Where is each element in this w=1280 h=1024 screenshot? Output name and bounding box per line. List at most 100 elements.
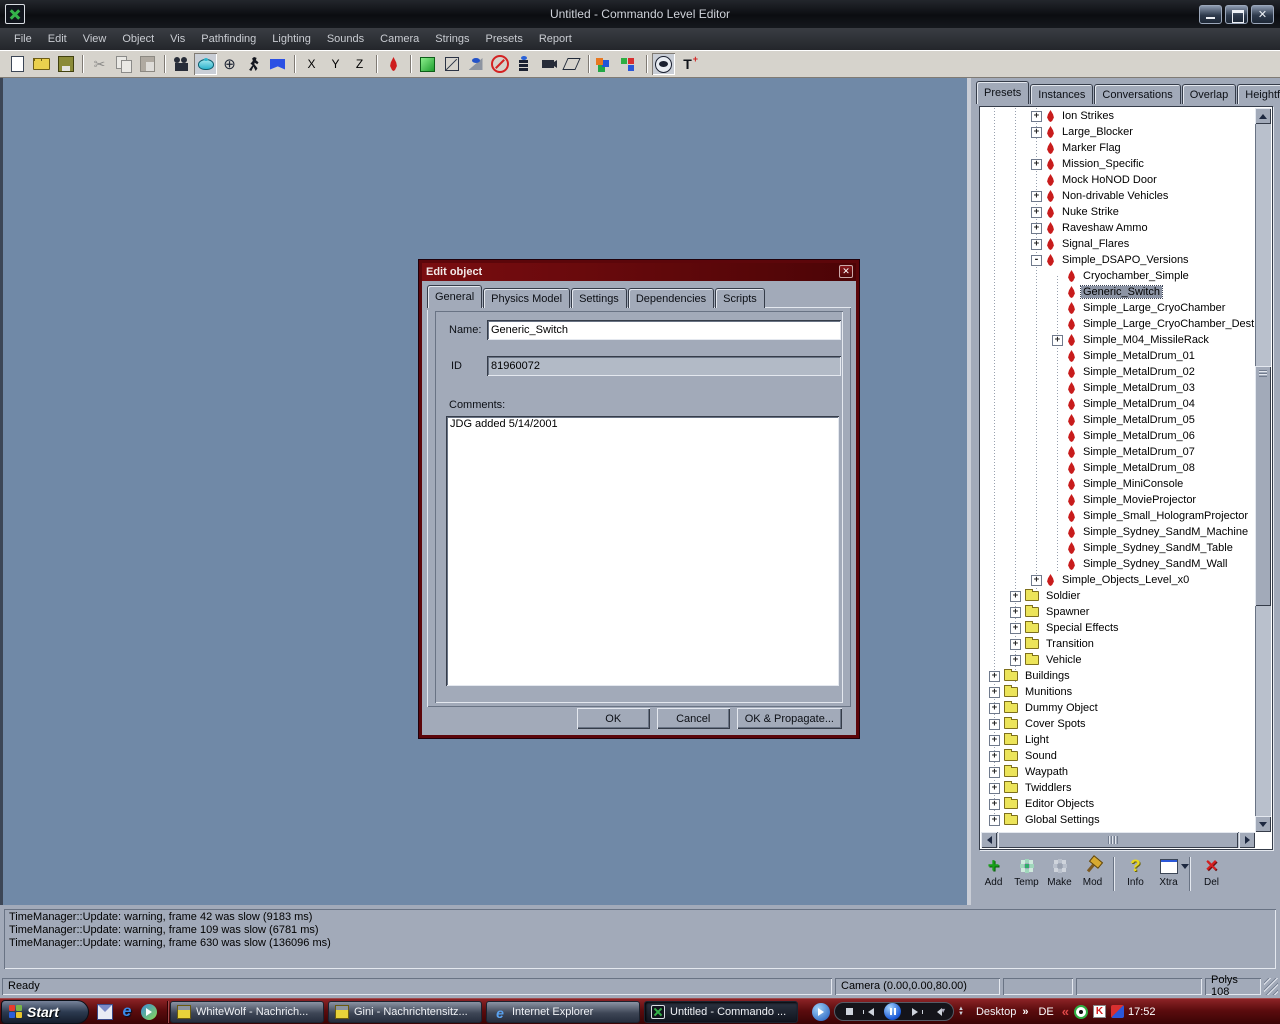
mail-icon[interactable]: [97, 1004, 113, 1020]
tree-item[interactable]: Simple_MiniConsole: [981, 476, 1255, 492]
tree-item-label[interactable]: Marker Flag: [1060, 142, 1123, 154]
task-whitewolf[interactable]: WhiteWolf - Nachrich...: [170, 1001, 324, 1023]
tree-item-label[interactable]: Large_Blocker: [1060, 126, 1135, 138]
preset-action-button[interactable]: [1185, 853, 1195, 897]
paste-icon[interactable]: [136, 53, 159, 75]
menu-item[interactable]: Strings: [427, 28, 477, 50]
mod-button[interactable]: Mod: [1076, 853, 1109, 897]
tree-item-label[interactable]: Mission_Specific: [1060, 158, 1146, 170]
tree-item[interactable]: Spawner: [981, 604, 1255, 620]
minimize-button[interactable]: [1199, 5, 1222, 24]
expand-box[interactable]: [1010, 639, 1021, 650]
menu-item[interactable]: Object: [114, 28, 162, 50]
expand-box[interactable]: [989, 751, 1000, 762]
menu-item[interactable]: File: [6, 28, 40, 50]
expand-box[interactable]: [1031, 111, 1042, 122]
tree-item-label[interactable]: Global Settings: [1023, 814, 1102, 826]
panel-tab[interactable]: General: [427, 285, 482, 308]
panel-tab[interactable]: Instances: [1030, 84, 1093, 104]
expand-box[interactable]: [989, 671, 1000, 682]
expand-box[interactable]: [1031, 207, 1042, 218]
tree-item[interactable]: Non-drivable Vehicles: [981, 188, 1255, 204]
cancel-button[interactable]: Cancel: [657, 708, 730, 729]
ok-button[interactable]: OK: [577, 708, 650, 729]
axis-y-icon[interactable]: Y: [324, 53, 347, 75]
scroll-down-button[interactable]: [1255, 816, 1271, 832]
tree-item-label[interactable]: Simple_MetalDrum_04: [1081, 398, 1197, 410]
temp-button[interactable]: Temp: [1010, 853, 1043, 897]
tree-item[interactable]: Simple_Sydney_SandM_Machine: [981, 524, 1255, 540]
tree-item-label[interactable]: Simple_MovieProjector: [1081, 494, 1198, 506]
tree-item[interactable]: Vehicle: [981, 652, 1255, 668]
chevron-icon[interactable]: »: [1022, 1006, 1028, 1018]
tree-item-label[interactable]: Buildings: [1023, 670, 1072, 682]
tree-item-label[interactable]: Simple_MiniConsole: [1081, 478, 1185, 490]
tree-item[interactable]: Simple_Objects_Level_x0: [981, 572, 1255, 588]
color-squares-icon[interactable]: [618, 53, 641, 75]
dialog-title-bar[interactable]: Edit object: [422, 263, 856, 281]
tree-item-label[interactable]: Simple_MetalDrum_01: [1081, 350, 1197, 362]
color-cube-icon[interactable]: [594, 53, 617, 75]
tree-item-label[interactable]: Simple_Objects_Level_x0: [1060, 574, 1191, 586]
tree-item[interactable]: Ion Strikes: [981, 108, 1255, 124]
tray-app-icon[interactable]: [1111, 1005, 1124, 1018]
tree-item[interactable]: Large_Blocker: [981, 124, 1255, 140]
vertical-scrollbar[interactable]: [1255, 108, 1271, 832]
band-spinner[interactable]: ▲▼: [958, 1007, 964, 1017]
tree-item[interactable]: Buildings: [981, 668, 1255, 684]
panel-tab[interactable]: Dependencies: [628, 288, 714, 308]
expand-box[interactable]: [1031, 255, 1042, 266]
tree-item[interactable]: Simple_MetalDrum_03: [981, 380, 1255, 396]
expand-box[interactable]: [1010, 591, 1021, 602]
tree-item[interactable]: Global Settings: [981, 812, 1255, 828]
tree-item-label[interactable]: Generic_Switch: [1081, 286, 1162, 298]
tree-item[interactable]: Marker Flag: [981, 140, 1255, 156]
expand-box[interactable]: [1010, 607, 1021, 618]
tree-item-label[interactable]: Simple_MetalDrum_08: [1081, 462, 1197, 474]
tree-item-label[interactable]: Simple_DSAPO_Versions: [1060, 254, 1191, 266]
tree-item-label[interactable]: Vehicle: [1044, 654, 1083, 666]
del-button[interactable]: Del: [1195, 853, 1228, 897]
comments-textarea[interactable]: JDG added 5/14/2001: [446, 416, 839, 686]
tree-item[interactable]: Raveshaw Ammo: [981, 220, 1255, 236]
media-player-icon[interactable]: [141, 1004, 157, 1020]
tree-item-label[interactable]: Munitions: [1023, 686, 1074, 698]
tree-item[interactable]: Simple_MetalDrum_06: [981, 428, 1255, 444]
vis-disable-icon[interactable]: [488, 53, 511, 75]
tree-item[interactable]: Simple_Sydney_SandM_Wall: [981, 556, 1255, 572]
tree-item-label[interactable]: Soldier: [1044, 590, 1082, 602]
tree-item-label[interactable]: Simple_MetalDrum_05: [1081, 414, 1197, 426]
expand-box[interactable]: [989, 783, 1000, 794]
tree-item-label[interactable]: Ion Strikes: [1060, 110, 1116, 122]
tree-item[interactable]: Simple_Large_CryoChamber: [981, 300, 1255, 316]
toolbar-button[interactable]: [78, 53, 87, 75]
toolbar-button[interactable]: [290, 53, 299, 75]
expand-box[interactable]: [1031, 239, 1042, 250]
tree-item[interactable]: Waypath: [981, 764, 1255, 780]
toolbar-button[interactable]: [406, 53, 415, 75]
task-commando-editor[interactable]: Untitled - Commando ...: [644, 1001, 798, 1023]
expand-box[interactable]: [1031, 127, 1042, 138]
name-input[interactable]: [487, 320, 841, 340]
tree-item-label[interactable]: Simple_Sydney_SandM_Machine: [1081, 526, 1250, 538]
panel-tab[interactable]: Settings: [571, 288, 627, 308]
scroll-right-button[interactable]: [1239, 832, 1255, 848]
tree-item[interactable]: Simple_MetalDrum_02: [981, 364, 1255, 380]
save-file-icon[interactable]: [54, 53, 77, 75]
tree-item[interactable]: Munitions: [981, 684, 1255, 700]
tree-item-label[interactable]: Simple_MetalDrum_02: [1081, 366, 1197, 378]
tree-item-label[interactable]: Light: [1023, 734, 1051, 746]
tree-item-label[interactable]: Simple_Small_HologramProjector: [1081, 510, 1250, 522]
expand-box[interactable]: [989, 687, 1000, 698]
panel-tab[interactable]: Presets: [976, 81, 1029, 104]
walk-mode-icon[interactable]: [242, 53, 265, 75]
tree-item[interactable]: Simple_MetalDrum_05: [981, 412, 1255, 428]
open-file-icon[interactable]: [30, 53, 53, 75]
axis-x-icon[interactable]: X: [300, 53, 323, 75]
tree-item-label[interactable]: Simple_Sydney_SandM_Table: [1081, 542, 1235, 554]
expand-box[interactable]: [989, 735, 1000, 746]
expand-box[interactable]: [1010, 623, 1021, 634]
tree-item-label[interactable]: Cover Spots: [1023, 718, 1088, 730]
tree-item[interactable]: Simple_MetalDrum_04: [981, 396, 1255, 412]
scrollbar-thumb[interactable]: [1255, 366, 1271, 606]
